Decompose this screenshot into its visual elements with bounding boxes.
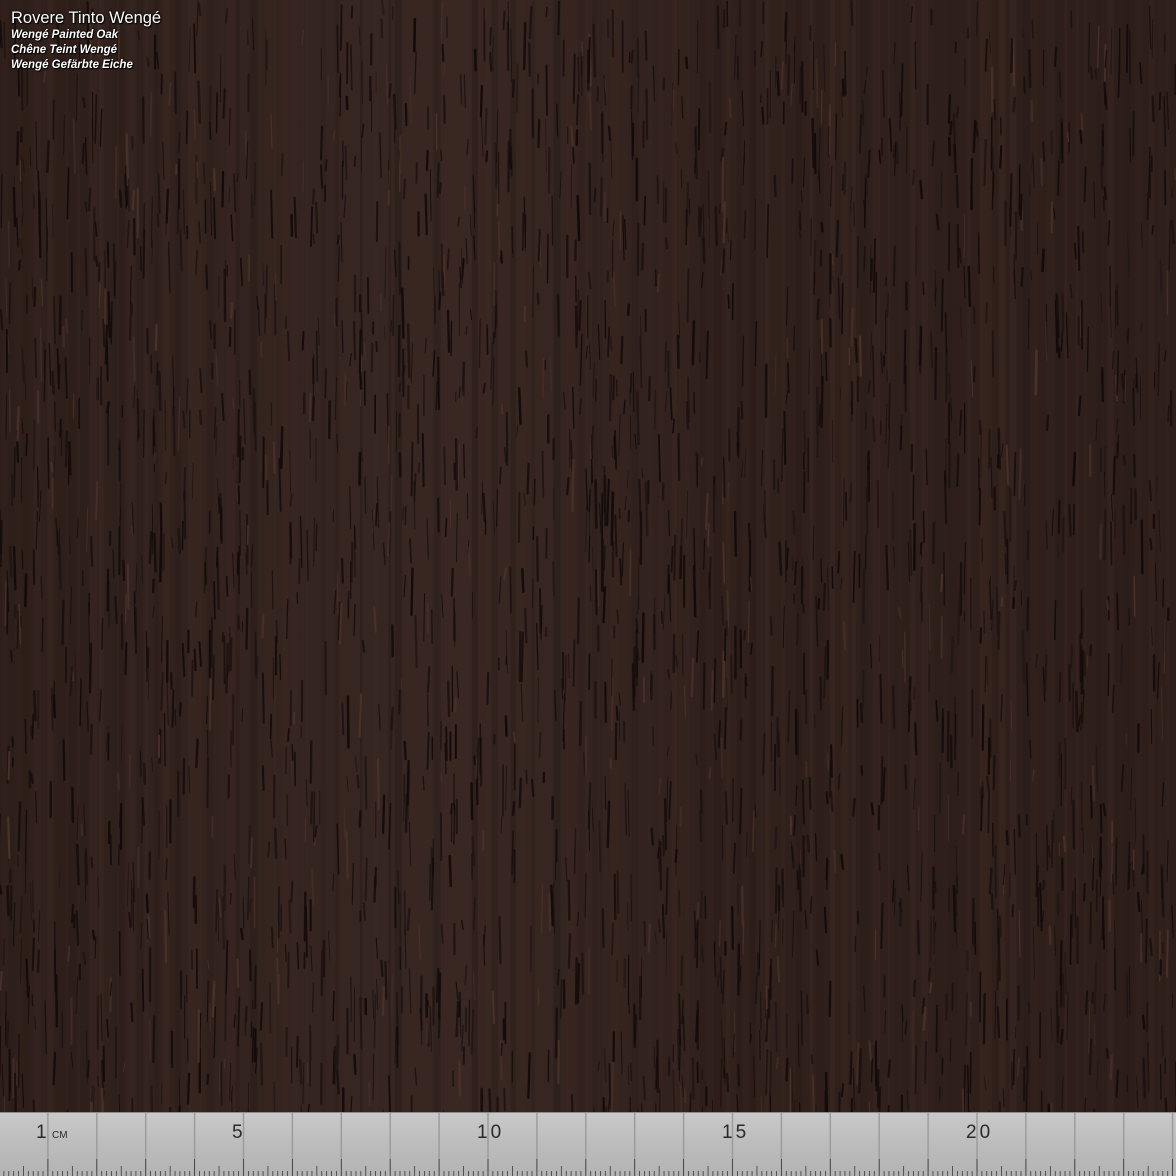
wood-sample-image: Rovere Tinto Wengé Wengé Painted Oak Chê… bbox=[0, 0, 1176, 1176]
wood-grain-pattern bbox=[0, 0, 1176, 1112]
product-name-german: Wengé Gefärbte Eiche bbox=[11, 59, 133, 71]
measuring-ruler: 1 5 10 15 20 CM bbox=[0, 1112, 1176, 1176]
ruler-number: 20 bbox=[966, 1122, 993, 1143]
wood-texture bbox=[0, 0, 1176, 1112]
ruler-number: 5 bbox=[232, 1122, 243, 1143]
product-name-french: Chêne Teint Wengé bbox=[11, 44, 118, 56]
ruler-unit-label: CM bbox=[52, 1130, 68, 1141]
product-name-italian: Rovere Tinto Wengé bbox=[11, 9, 162, 27]
ruler-number: 1 bbox=[36, 1122, 47, 1143]
product-name-english: Wengé Painted Oak bbox=[11, 29, 119, 41]
ruler-number: 10 bbox=[477, 1122, 504, 1143]
ruler-scale: 1 5 10 15 20CM bbox=[3, 1113, 1174, 1176]
ruler-number: 15 bbox=[722, 1122, 749, 1143]
product-labels: Rovere Tinto Wengé Wengé Painted Oak Chê… bbox=[11, 8, 161, 73]
